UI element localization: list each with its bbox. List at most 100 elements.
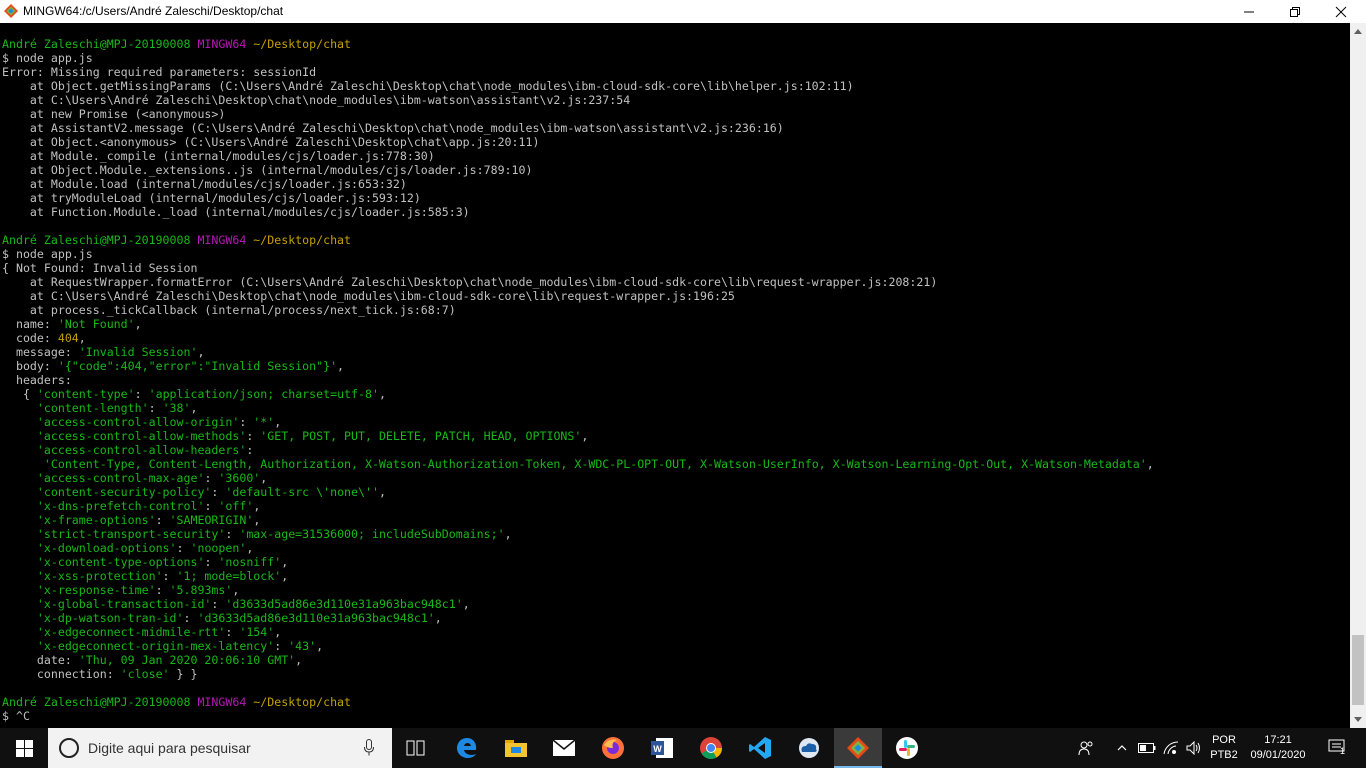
taskbar-app-git-bash[interactable] bbox=[834, 728, 882, 768]
terminal-line: date: 'Thu, 09 Jan 2020 20:06:10 GMT', bbox=[2, 653, 1154, 667]
taskbar-app-file-explorer[interactable] bbox=[492, 728, 540, 768]
terminal-segment: 'access-control-max-age' bbox=[36, 471, 205, 485]
minimize-button[interactable] bbox=[1226, 0, 1272, 23]
notification-count: 1 bbox=[1340, 746, 1346, 756]
windows-logo-icon bbox=[15, 739, 33, 757]
taskbar: Digite aqui para pesquisar W POR PTB2 17… bbox=[0, 728, 1366, 768]
terminal-line: 'x-response-time': '5.893ms', bbox=[2, 583, 1154, 597]
chevron-up-icon bbox=[1117, 745, 1127, 751]
terminal-segment bbox=[2, 457, 44, 471]
language-indicator[interactable]: POR PTB2 bbox=[1206, 728, 1242, 768]
terminal-segment: , bbox=[1146, 457, 1154, 471]
terminal-segment bbox=[2, 429, 37, 443]
terminal-segment: '38' bbox=[162, 401, 191, 415]
taskbar-app-slack[interactable] bbox=[883, 728, 931, 768]
maximize-button[interactable] bbox=[1272, 0, 1318, 23]
terminal-line: 'access-control-allow-origin': '*', bbox=[2, 415, 1154, 429]
task-view-icon bbox=[406, 740, 425, 756]
terminal-segment: : bbox=[148, 401, 163, 415]
window-title-bar[interactable]: MINGW64:/c/Users/André Zaleschi/Desktop/… bbox=[0, 0, 1366, 23]
terminal-segment: at tryModuleLoad (internal/modules/cjs/l… bbox=[2, 191, 421, 205]
terminal-segment: 'Thu, 09 Jan 2020 20:06:10 GMT' bbox=[78, 653, 296, 667]
terminal-line: name: 'Not Found', bbox=[2, 317, 1154, 331]
scrollbar-thumb[interactable] bbox=[1352, 635, 1364, 705]
terminal-segment: 'nosniff' bbox=[218, 555, 282, 569]
terminal-segment: André Zaleschi@MPJ-20190008 bbox=[2, 233, 198, 247]
terminal-segment: MINGW64 bbox=[197, 37, 254, 51]
terminal-line: 'Content-Type, Content-Length, Authoriza… bbox=[2, 457, 1154, 471]
taskbar-app-firefox[interactable] bbox=[589, 728, 637, 768]
action-center-button[interactable]: 1 bbox=[1318, 728, 1358, 768]
taskbar-app-edge[interactable] bbox=[443, 728, 491, 768]
terminal-segment: at process._tickCallback (internal/proce… bbox=[2, 303, 456, 317]
taskbar-app-ibm-cloud[interactable] bbox=[785, 728, 833, 768]
terminal-line: connection: 'close' } } bbox=[2, 667, 1154, 681]
minimize-icon bbox=[1244, 11, 1254, 12]
terminal-segment: , bbox=[274, 625, 282, 639]
cortana-circle-icon bbox=[59, 738, 79, 758]
terminal-line: André Zaleschi@MPJ-20190008 MINGW64 ~/De… bbox=[2, 233, 1154, 247]
terminal-line: 'access-control-max-age': '3600', bbox=[2, 471, 1154, 485]
microphone-icon[interactable] bbox=[364, 739, 374, 756]
terminal-segment: : bbox=[225, 625, 240, 639]
terminal-segment: $ ^C bbox=[2, 709, 30, 723]
terminal-segment: 'content-length' bbox=[36, 401, 149, 415]
wifi-icon bbox=[1163, 741, 1179, 755]
terminal-segment: { Not Found: Invalid Session bbox=[2, 261, 198, 275]
taskbar-app-word[interactable]: W bbox=[638, 728, 686, 768]
terminal-segment bbox=[2, 555, 37, 569]
clock[interactable]: 17:21 09/01/2020 bbox=[1246, 728, 1310, 768]
terminal-segment bbox=[2, 569, 37, 583]
terminal-line: 'content-length': '38', bbox=[2, 401, 1154, 415]
task-view-button[interactable] bbox=[392, 728, 440, 768]
scroll-up-button[interactable] bbox=[1350, 23, 1366, 40]
close-icon bbox=[1335, 6, 1347, 17]
terminal-segment: 'x-response-time' bbox=[36, 583, 156, 597]
terminal-line: $ node app.js bbox=[2, 247, 1154, 261]
show-hidden-icons-button[interactable] bbox=[1112, 728, 1132, 768]
terminal-segment: , bbox=[281, 555, 289, 569]
terminal-segment: 'Not Found' bbox=[57, 317, 135, 331]
terminal-segment: Error: Missing required parameters: sess… bbox=[2, 65, 317, 79]
terminal-segment bbox=[2, 471, 37, 485]
terminal-output[interactable]: André Zaleschi@MPJ-20190008 MINGW64 ~/De… bbox=[0, 23, 1350, 728]
terminal-segment: 404 bbox=[57, 331, 79, 345]
terminal-text: André Zaleschi@MPJ-20190008 MINGW64 ~/De… bbox=[2, 37, 1154, 723]
terminal-segment: : bbox=[204, 471, 219, 485]
scroll-down-button[interactable] bbox=[1350, 711, 1366, 728]
svg-text:W: W bbox=[653, 744, 662, 754]
terminal-segment: headers: bbox=[2, 373, 72, 387]
terminal-segment: 'SAMEORIGIN' bbox=[169, 513, 254, 527]
terminal-segment: , bbox=[504, 527, 512, 541]
volume-button[interactable] bbox=[1184, 728, 1204, 768]
close-button[interactable] bbox=[1318, 0, 1364, 23]
taskbar-app-mail[interactable] bbox=[540, 728, 588, 768]
terminal-segment: body: bbox=[2, 359, 58, 373]
firefox-icon bbox=[602, 737, 624, 759]
terminal-segment: '43' bbox=[288, 639, 317, 653]
terminal-segment: ~/Desktop/chat bbox=[253, 695, 352, 709]
network-button[interactable] bbox=[1160, 728, 1182, 768]
terminal-segment: : bbox=[155, 513, 170, 527]
terminal-segment: '154' bbox=[239, 625, 275, 639]
terminal-segment: : bbox=[204, 499, 219, 513]
chevron-down-icon bbox=[1354, 717, 1362, 722]
start-button[interactable] bbox=[0, 728, 48, 768]
terminal-segment bbox=[2, 625, 37, 639]
ibm-cloud-icon bbox=[799, 738, 819, 758]
terminal-segment: : bbox=[176, 541, 191, 555]
terminal-segment: , bbox=[253, 499, 261, 513]
battery-button[interactable] bbox=[1136, 728, 1158, 768]
taskbar-app-chrome[interactable] bbox=[687, 728, 735, 768]
terminal-segment: : bbox=[162, 569, 177, 583]
taskbar-search-box[interactable]: Digite aqui para pesquisar bbox=[48, 728, 392, 768]
vertical-scrollbar[interactable] bbox=[1350, 23, 1366, 728]
keyboard-layout-label: PTB2 bbox=[1210, 749, 1238, 761]
taskbar-app-vscode[interactable] bbox=[736, 728, 784, 768]
terminal-segment: 'x-edgeconnect-origin-mex-latency' bbox=[36, 639, 275, 653]
people-button[interactable] bbox=[1074, 728, 1098, 768]
people-icon bbox=[1078, 741, 1093, 756]
terminal-segment bbox=[2, 415, 37, 429]
terminal-segment: , bbox=[462, 597, 470, 611]
